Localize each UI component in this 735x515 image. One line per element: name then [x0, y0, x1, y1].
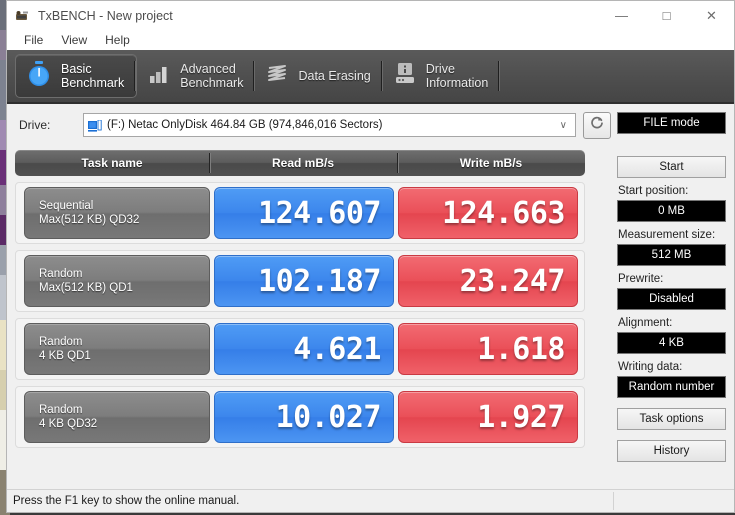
table-row[interactable]: Random 4 KB QD32 10.027 1.927 — [15, 386, 585, 448]
task-name-cell: Random Max(512 KB) QD1 — [24, 255, 210, 307]
alignment-value[interactable]: 4 KB — [617, 332, 726, 354]
task-name-cell: Sequential Max(512 KB) QD32 — [24, 187, 210, 239]
hard-drive-icon — [88, 119, 102, 132]
write-value: 23.247 — [398, 255, 578, 307]
prewrite-value[interactable]: Disabled — [617, 288, 726, 310]
task-options-button[interactable]: Task options — [617, 408, 726, 430]
tab-strip: Basic Benchmark Advanced Benchmark Data … — [7, 50, 734, 104]
task-title: Random — [39, 404, 83, 416]
eraser-icon — [265, 62, 289, 91]
writing-data-label: Writing data: — [618, 361, 683, 373]
drive-value: (F:) Netac OnlyDisk 464.84 GB (974,846,0… — [107, 119, 383, 131]
drive-selector-row: Drive: (F:) Netac OnlyDisk 464.84 GB (97… — [15, 111, 611, 139]
read-value: 10.027 — [214, 391, 394, 443]
title-bar: TxBENCH - New project — □ ✕ — [7, 1, 734, 30]
write-value: 1.927 — [398, 391, 578, 443]
tab-basic-benchmark[interactable]: Basic Benchmark — [15, 54, 138, 98]
tab-divider — [134, 61, 137, 91]
write-value: 1.618 — [398, 323, 578, 375]
chevron-down-icon[interactable]: ∨ — [560, 120, 567, 131]
tab-advanced-benchmark[interactable]: Advanced Benchmark — [137, 55, 256, 97]
write-value: 124.663 — [398, 187, 578, 239]
table-row[interactable]: Sequential Max(512 KB) QD32 124.607 124.… — [15, 182, 585, 244]
file-mode-display[interactable]: FILE mode — [617, 112, 726, 134]
task-subtitle: 4 KB QD1 — [39, 350, 91, 362]
drive-label: Drive: — [19, 118, 51, 132]
tab-drive-information[interactable]: Drive Information — [383, 55, 501, 97]
history-button[interactable]: History — [617, 440, 726, 462]
maximize-button[interactable]: □ — [644, 1, 689, 30]
tab-drive-information-label: Drive Information — [425, 62, 489, 90]
tab-data-erasing[interactable]: Data Erasing — [255, 55, 383, 97]
start-button[interactable]: Start — [617, 156, 726, 178]
benchmark-pane: Drive: (F:) Netac OnlyDisk 464.84 GB (97… — [7, 104, 611, 489]
menu-bar: File View Help — [7, 30, 734, 50]
read-value: 102.187 — [214, 255, 394, 307]
drive-info-icon — [393, 61, 417, 92]
start-position-value[interactable]: 0 MB — [617, 200, 726, 222]
menu-item-file[interactable]: File — [15, 30, 52, 50]
read-value: 124.607 — [214, 187, 394, 239]
column-header-task-name: Task name — [81, 156, 143, 170]
close-button[interactable]: ✕ — [689, 1, 734, 30]
window-title: TxBENCH - New project — [38, 8, 173, 23]
refresh-drives-button[interactable] — [583, 111, 611, 139]
status-bar: Press the F1 key to show the online manu… — [7, 489, 734, 512]
task-title: Random — [39, 268, 83, 280]
txbench-app-icon — [14, 8, 30, 24]
task-subtitle: Max(512 KB) QD1 — [39, 282, 133, 294]
tab-advanced-benchmark-label: Advanced Benchmark — [180, 62, 244, 90]
alignment-label: Alignment: — [618, 317, 673, 329]
stopwatch-icon — [26, 60, 52, 93]
column-header-read: Read mB/s — [209, 150, 397, 176]
txbench-window: TxBENCH - New project — □ ✕ File View He… — [6, 0, 735, 513]
column-header-write: Write mB/s — [397, 150, 585, 176]
start-position-label: Start position: — [618, 185, 689, 197]
menu-item-help[interactable]: Help — [96, 30, 139, 50]
refresh-icon — [589, 115, 605, 136]
task-name-cell: Random 4 KB QD1 — [24, 323, 210, 375]
task-subtitle: 4 KB QD32 — [39, 418, 98, 430]
table-row[interactable]: Random 4 KB QD1 4.621 1.618 — [15, 318, 585, 380]
task-title: Random — [39, 336, 83, 348]
options-pane: FILE mode Start Start position: 0 MB Mea… — [611, 104, 734, 489]
results-table-header: Task name Read mB/s Write mB/s — [15, 150, 585, 176]
tab-data-erasing-label: Data Erasing — [298, 69, 371, 83]
table-row[interactable]: Random Max(512 KB) QD1 102.187 23.247 — [15, 250, 585, 312]
tab-basic-benchmark-label: Basic Benchmark — [61, 62, 125, 90]
measurement-size-value[interactable]: 512 MB — [617, 244, 726, 266]
read-value: 4.621 — [214, 323, 394, 375]
bar-chart-icon — [147, 62, 171, 91]
minimize-button[interactable]: — — [599, 1, 644, 30]
menu-item-view[interactable]: View — [52, 30, 96, 50]
task-name-cell: Random 4 KB QD32 — [24, 391, 210, 443]
prewrite-label: Prewrite: — [618, 273, 664, 285]
task-subtitle: Max(512 KB) QD32 — [39, 214, 140, 226]
measurement-size-label: Measurement size: — [618, 229, 716, 241]
tab-divider — [498, 61, 501, 91]
status-divider — [613, 492, 614, 510]
drive-select[interactable]: (F:) Netac OnlyDisk 464.84 GB (974,846,0… — [83, 113, 576, 137]
status-message: Press the F1 key to show the online manu… — [13, 495, 240, 507]
main-content: Drive: (F:) Netac OnlyDisk 464.84 GB (97… — [7, 104, 734, 489]
task-title: Sequential — [39, 200, 94, 212]
writing-data-value[interactable]: Random number — [617, 376, 726, 398]
window-controls: — □ ✕ — [599, 1, 734, 30]
